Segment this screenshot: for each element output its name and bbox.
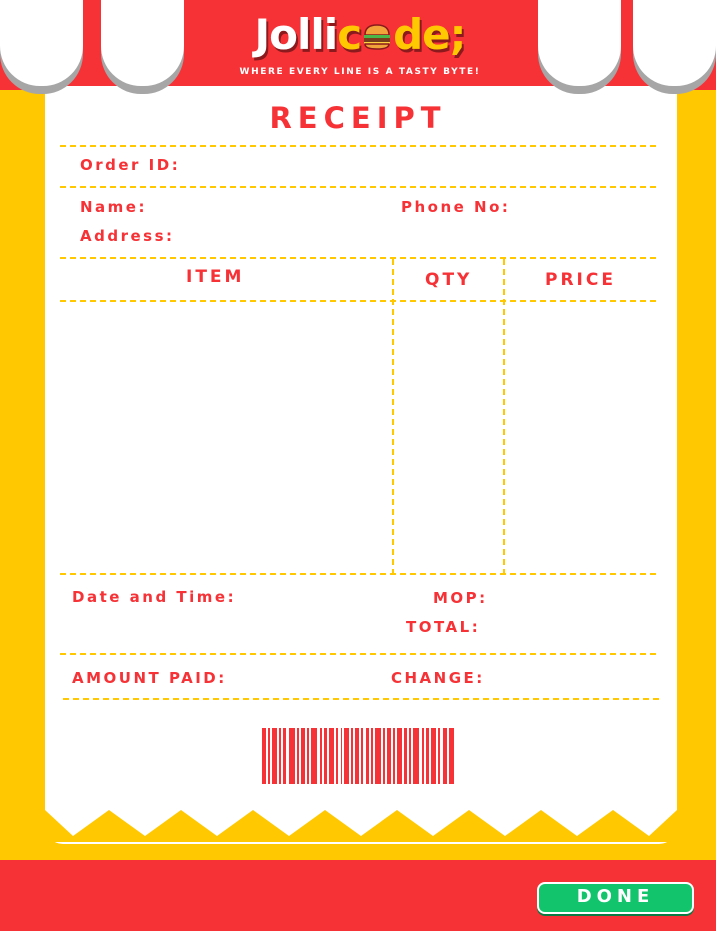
logo-text-part1: Jolli: [254, 10, 339, 59]
phone-label: Phone No:: [401, 198, 511, 216]
logo-text-part2: c: [337, 10, 362, 59]
logo-wordmark: Jollic de;: [185, 10, 535, 60]
column-header-item: ITEM: [186, 267, 245, 287]
receipt-title: RECEIPT: [269, 101, 447, 135]
divider: [60, 186, 656, 188]
awning-scallop: [538, 0, 621, 86]
divider: [60, 573, 656, 575]
brand-logo: Jollic de; WHERE EVERY LINE IS A TASTY B…: [185, 10, 535, 80]
datetime-label: Date and Time:: [72, 588, 237, 606]
total-label: TOTAL:: [406, 618, 481, 636]
barcode-icon: [262, 728, 454, 784]
brand-tagline: WHERE EVERY LINE IS A TASTY BYTE!: [239, 67, 481, 77]
divider: [60, 257, 656, 259]
items-list: [62, 304, 656, 570]
logo-text-part3: de;: [393, 10, 466, 59]
change-label: CHANGE:: [391, 669, 485, 687]
done-button[interactable]: DONE: [537, 882, 694, 914]
awning-scallop: [0, 0, 83, 86]
column-header-price: PRICE: [545, 270, 616, 290]
name-label: Name:: [80, 198, 147, 216]
mop-label: MOP:: [433, 589, 488, 607]
awning-scallop: [633, 0, 716, 86]
awning-scallop: [101, 0, 184, 86]
receipt-torn-edge: [45, 810, 677, 842]
divider: [63, 698, 659, 700]
burger-icon: [364, 24, 391, 50]
address-label: Address:: [80, 227, 175, 245]
order-id-label: Order ID:: [80, 156, 181, 174]
amount-paid-label: AMOUNT PAID:: [72, 669, 227, 687]
column-header-qty: QTY: [425, 270, 473, 290]
divider: [60, 300, 656, 302]
divider: [60, 145, 656, 147]
divider: [60, 653, 656, 655]
